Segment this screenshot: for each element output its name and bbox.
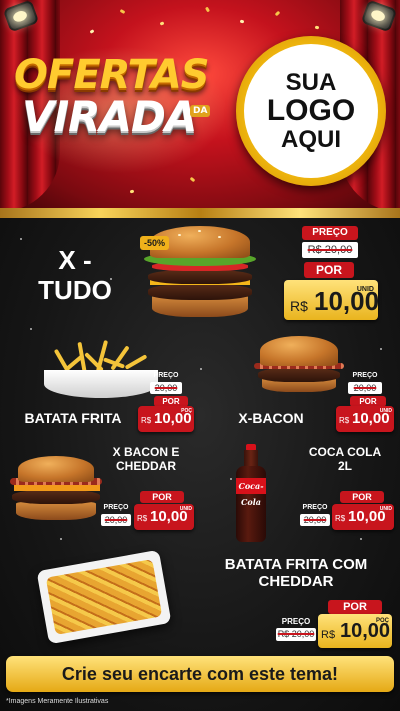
xbacon-cheddar-preco-label: PREÇO — [103, 504, 129, 511]
flyer: OFERTAS VIRADA DA SUA LOGO AQUI X - TUDO — [0, 0, 400, 711]
sparkle — [380, 348, 382, 350]
logo-text-line2: LOGO — [266, 94, 356, 128]
batata-preco-label: PREÇO — [153, 372, 179, 379]
sparkle — [200, 368, 202, 370]
confetti — [274, 10, 281, 17]
xbacon-cheddar-currency: R$ — [137, 514, 148, 523]
batata-cheddar-name-line2: CHEDDAR — [258, 573, 334, 591]
confetti — [159, 21, 165, 26]
sparkle — [60, 538, 62, 540]
confetti — [89, 29, 95, 34]
coca-name-line2: 2L — [337, 458, 352, 473]
coca-unit: UNID — [379, 506, 392, 512]
xbacon-new-price: R$ 10,00 UNID — [336, 406, 394, 432]
sparkle — [30, 328, 32, 330]
bowl — [44, 370, 158, 398]
patty — [148, 284, 252, 300]
xbacon-name: X-BACON — [238, 410, 304, 426]
xbacon-old-price-value: 20,00 — [353, 383, 377, 393]
confetti — [119, 8, 126, 15]
xbacon-cheddar-name: X BACON E CHEDDAR — [106, 445, 186, 474]
xtudo-name-line2: TUDO — [38, 274, 112, 305]
coca-preco-label: PREÇO — [302, 504, 328, 511]
header-banner: OFERTAS VIRADA DA SUA LOGO AQUI — [0, 0, 400, 212]
xtudo-old-price: R$ 20,00 — [302, 242, 358, 258]
bun-top — [260, 336, 338, 366]
bun-bottom — [16, 502, 96, 520]
logo-placeholder: SUA LOGO AQUI — [244, 44, 378, 178]
coca-new-price: R$ 10,00 UNID — [332, 504, 394, 530]
xbacon-cheddar-name-line1: X BACON E — [112, 445, 180, 459]
xbacon-cheddar-new-price: R$ 10,00 UNID — [134, 504, 194, 530]
confetti — [129, 189, 135, 194]
xbacon-cheddar-name-line2: CHEDDAR — [116, 458, 176, 473]
batata-cheddar-name: BATATA FRITA COM CHEDDAR — [206, 556, 386, 591]
coca-por-label: POR — [340, 491, 384, 503]
logo-text-line3: AQUI — [281, 125, 341, 153]
xbacon-preco-label: PREÇO — [352, 372, 378, 379]
patty — [148, 270, 252, 284]
title-virada: VIRADA — [22, 92, 197, 141]
confetti — [314, 25, 320, 30]
sesame — [218, 236, 221, 238]
xtudo-currency: R$ — [290, 298, 308, 314]
xtudo-por-label: POR — [304, 262, 354, 278]
xtudo-name-line1: X - — [58, 245, 92, 275]
patty — [258, 368, 340, 382]
xbacon-old-price: 20,00 — [348, 382, 382, 394]
sparkle — [360, 538, 362, 540]
batata-cheddar-unit: POÇ — [375, 618, 389, 624]
xtudo-name: X - TUDO — [30, 245, 120, 306]
batata-new-price: R$ 10,00 POÇ — [138, 406, 194, 432]
sparkle — [230, 478, 232, 480]
sesame — [198, 230, 201, 232]
batata-old-price: 20,00 — [150, 382, 182, 394]
coca-currency: R$ — [335, 514, 346, 523]
title-badge: DA — [190, 105, 211, 117]
coca-old-price-value: 20,00 — [303, 515, 327, 525]
batata-name: BATATA FRITA — [24, 410, 122, 426]
bun-top — [18, 456, 94, 482]
batata-old-price-value: 20,00 — [154, 383, 178, 393]
batata-cheddar-old-price-value: R$ 20,00 — [277, 629, 315, 639]
xbacon-cheddar-old-price-value: 20,00 — [104, 515, 128, 525]
confetti — [204, 6, 211, 13]
cheddar — [14, 484, 100, 491]
xtudo-preco-label: PREÇO — [302, 226, 358, 240]
sparkle — [20, 238, 22, 240]
batata-cheddar-por-label: POR — [328, 600, 382, 614]
xtudo-discount-badge: -50% — [140, 236, 170, 250]
batata-cheddar-old-price: R$ 20,00 — [276, 628, 316, 641]
xtudo-old-price-value: R$ 20,00 — [307, 244, 353, 256]
confetti — [189, 176, 196, 183]
disclaimer: *Imagens Meramente Ilustrativas — [6, 698, 109, 705]
xtudo-unit: UNID — [356, 286, 374, 293]
xtudo-new-price: R$ 10,00 UNID — [284, 280, 379, 320]
coca-name-line1: COCA COLA — [308, 445, 382, 459]
batata-unit: POÇ — [181, 408, 192, 414]
patty — [12, 490, 100, 504]
xbacon-unit: UNID — [379, 408, 392, 414]
batata-cheddar-name-line1: BATATA FRITA COM — [224, 556, 368, 573]
bottle-label: Coca-Cola — [236, 478, 266, 507]
xbacon-cheddar-unit: UNID — [179, 506, 192, 512]
coca-old-price: 20,00 — [300, 514, 330, 526]
batata-cheddar-currency: R$ — [321, 629, 336, 641]
logo-text-line1: SUA — [285, 69, 337, 97]
batata-cheddar-preco-label: PREÇO — [281, 617, 311, 626]
xbacon-cheddar-old-price: 20,00 — [101, 514, 131, 526]
batata-currency: R$ — [141, 416, 152, 425]
cta-button[interactable]: Crie seu encarte com este tema! — [6, 656, 394, 692]
sesame — [178, 234, 181, 236]
confetti — [239, 19, 245, 24]
cheddar-fries — [45, 559, 163, 635]
xbacon-currency: R$ — [339, 416, 350, 425]
batata-cheddar-new-price: R$ 10,00 POÇ — [318, 614, 392, 648]
gold-divider — [0, 208, 400, 218]
coca-name: COCA COLA 2L — [300, 445, 390, 474]
xbacon-cheddar-por-label: POR — [140, 491, 184, 503]
